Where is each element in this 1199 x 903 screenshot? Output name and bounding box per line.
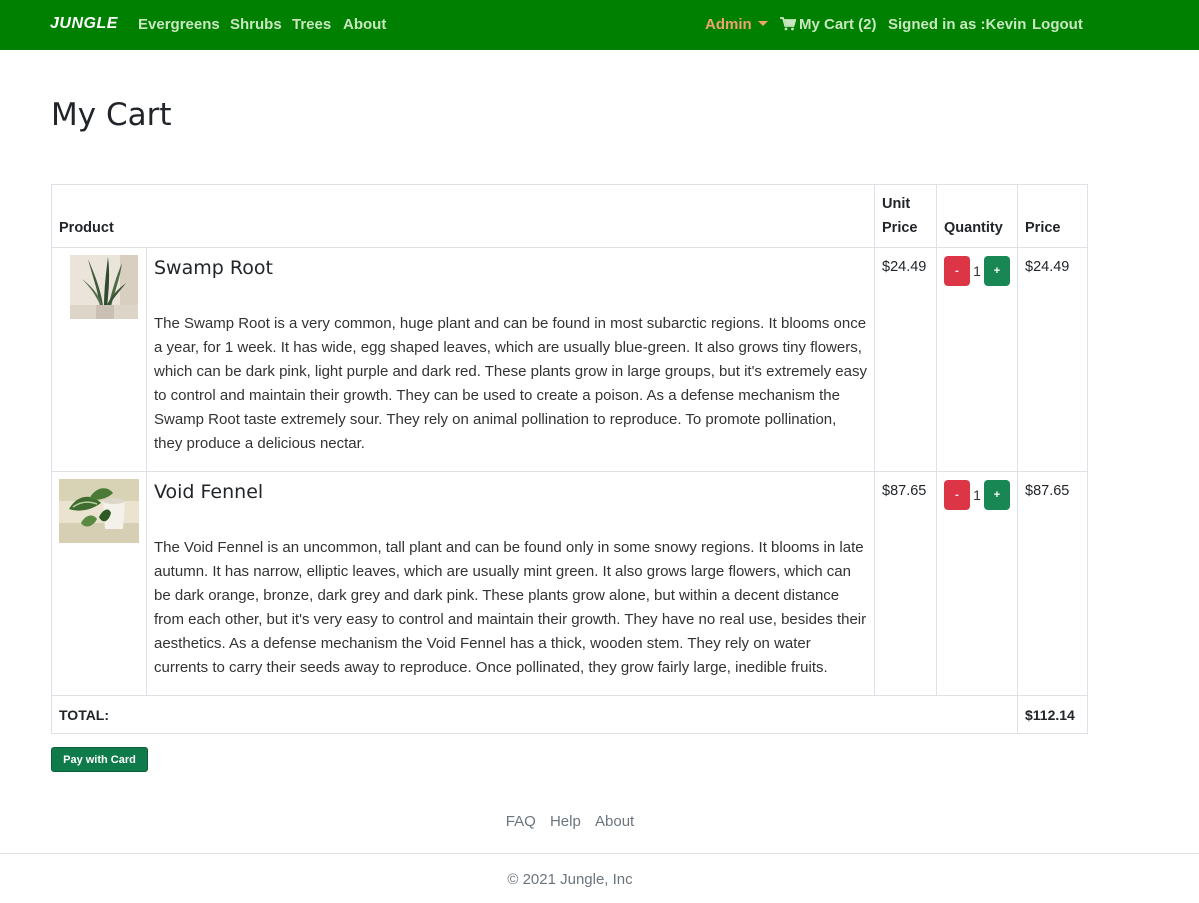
product-image-cell: [51, 471, 147, 696]
product-name[interactable]: Void Fennel: [154, 481, 867, 503]
unit-price: $24.49: [882, 259, 927, 275]
signed-in-user: Signed in as :Kevin: [888, 16, 1027, 33]
nav-link-trees[interactable]: Trees: [292, 16, 331, 33]
chevron-down-icon: [757, 21, 768, 26]
product-description: The Void Fennel is an uncommon, tall pla…: [154, 539, 867, 676]
page-title: My Cart: [51, 97, 172, 133]
header-unit-label: Unit: [882, 196, 911, 212]
brand-logo[interactable]: JUNGLE: [50, 15, 118, 33]
table-row: Swamp Root The Swamp Root is a very comm…: [51, 247, 1088, 472]
unit-price: $87.65: [882, 483, 927, 499]
copyright: © 2021 Jungle, Inc: [507, 871, 633, 888]
admin-label: Admin: [705, 16, 752, 33]
footer-divider: [0, 853, 1199, 854]
nav-link-shrubs[interactable]: Shrubs: [230, 16, 282, 33]
header-price-label: Price: [882, 220, 918, 236]
increase-quantity-button[interactable]: +: [984, 480, 1010, 510]
line-price: $87.65: [1025, 483, 1070, 499]
header-unit-price: Unit Price: [874, 184, 937, 248]
top-navbar: JUNGLE Evergreens Shrubs Trees About Adm…: [0, 0, 1199, 50]
header-quantity: Quantity: [936, 184, 1018, 248]
pay-with-card-button[interactable]: Pay with Card: [51, 747, 148, 772]
quantity-value: 1: [973, 263, 981, 279]
product-image-cell: [51, 247, 147, 472]
decrease-quantity-button[interactable]: -: [944, 256, 970, 286]
product-description: The Swamp Root is a very common, huge pl…: [154, 315, 867, 452]
footer-link-about[interactable]: About: [595, 813, 634, 830]
cart-link[interactable]: My Cart (2): [780, 16, 877, 33]
footer-link-help[interactable]: Help: [550, 813, 581, 830]
table-row: Void Fennel The Void Fennel is an uncomm…: [51, 471, 1088, 696]
header-product: Product: [50, 184, 876, 248]
logout-link[interactable]: Logout: [1032, 16, 1083, 33]
line-price-cell: $24.49: [1017, 247, 1088, 472]
footer-link-faq[interactable]: FAQ: [506, 813, 536, 830]
increase-quantity-button[interactable]: +: [984, 256, 1010, 286]
line-price: $24.49: [1025, 259, 1070, 275]
total-label: TOTAL:: [51, 695, 1018, 734]
nav-link-evergreens[interactable]: Evergreens: [138, 16, 220, 33]
table-header-row: Product Unit Price Quantity Price: [50, 184, 1088, 248]
quantity-stepper: - 1 +: [944, 480, 1010, 510]
total-value: $112.14: [1017, 695, 1088, 734]
product-image-pothos-plant: [59, 479, 139, 543]
quantity-stepper: - 1 +: [944, 256, 1010, 286]
cart-table: Product Unit Price Quantity Price Swamp …: [50, 184, 1088, 734]
nav-link-about[interactable]: About: [343, 16, 386, 33]
unit-price-cell: $24.49: [874, 247, 937, 472]
product-info-cell: Swamp Root The Swamp Root is a very comm…: [145, 247, 876, 472]
quantity-cell: - 1 +: [936, 471, 1018, 696]
product-image-snake-plant: [70, 255, 138, 319]
admin-dropdown[interactable]: Admin: [705, 16, 768, 33]
footer-links: FAQ Help About: [0, 813, 1140, 830]
quantity-value: 1: [973, 487, 981, 503]
total-row: TOTAL: $112.14: [51, 695, 1088, 734]
product-info-cell: Void Fennel The Void Fennel is an uncomm…: [145, 471, 876, 696]
line-price-cell: $87.65: [1017, 471, 1088, 696]
decrease-quantity-button[interactable]: -: [944, 480, 970, 510]
shopping-cart-icon: [780, 17, 796, 31]
quantity-cell: - 1 +: [936, 247, 1018, 472]
unit-price-cell: $87.65: [874, 471, 937, 696]
header-price: Price: [1017, 184, 1088, 248]
cart-label: My Cart (2): [799, 16, 877, 33]
product-name[interactable]: Swamp Root: [154, 257, 867, 279]
